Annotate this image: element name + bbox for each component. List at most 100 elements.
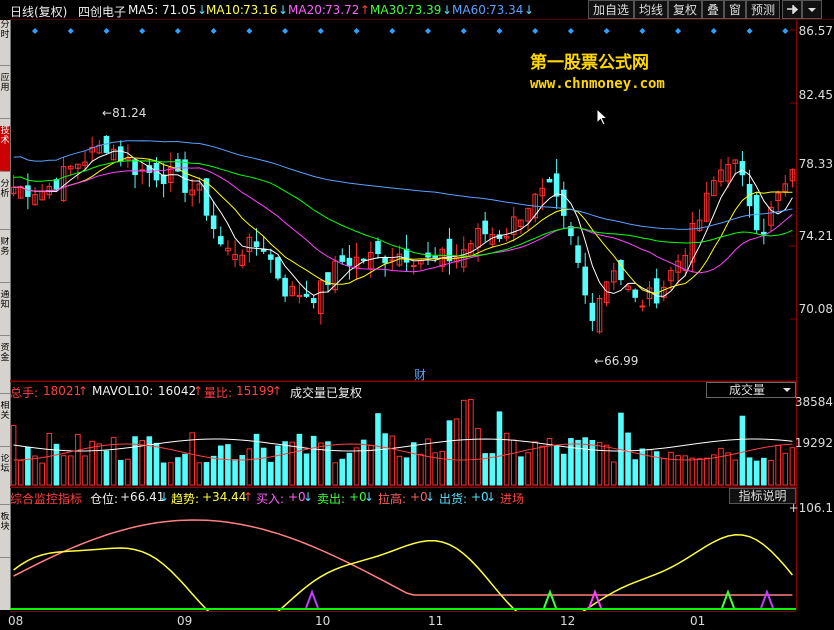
indicator-help-button[interactable]: 指标说明 (729, 488, 796, 504)
ma5-label: MA5: (128, 3, 159, 17)
side-tab[interactable]: 财 务 (0, 237, 10, 283)
trend-line (13, 534, 793, 611)
volume-bar (510, 439, 517, 486)
ma10-label: MA10: (206, 3, 244, 17)
indicator-tick: +106.1 (788, 501, 833, 515)
volume-bar (725, 452, 731, 486)
mavol-label: MAVOL10: (92, 384, 154, 398)
side-tab[interactable]: 技 术 (0, 126, 10, 172)
low-price-value: 66.99 (604, 354, 639, 368)
volume-indicator-dropdown[interactable]: 成交量 (706, 382, 796, 398)
candle-body (482, 220, 488, 235)
volume-bar (210, 455, 217, 486)
price-tick: 74.21 (798, 229, 833, 243)
volume-bar (696, 458, 703, 486)
moving-average-button[interactable]: 均线 (634, 0, 668, 19)
side-tab[interactable]: 资 金 (0, 343, 10, 394)
candle-body (310, 298, 317, 304)
side-tab[interactable]: 板 块 (0, 512, 10, 558)
candle-body (575, 245, 581, 263)
volume-bar (103, 450, 110, 486)
volume-bar (332, 462, 338, 486)
volume-adjusted-note: 成交量已复权 (290, 386, 363, 400)
side-tab[interactable]: 应 用 (0, 73, 10, 119)
volume-bar (360, 439, 367, 486)
candle-body (653, 278, 660, 304)
volume-bar (10, 425, 17, 486)
pin-button[interactable] (782, 0, 802, 19)
pull-up-label: 拉高: (378, 492, 407, 506)
moving-average-line (13, 150, 793, 297)
volume-ratio-label: 量比: (204, 386, 233, 400)
volume-bar (668, 451, 674, 486)
adjust-button[interactable]: 复权 (668, 0, 702, 19)
side-tab[interactable]: 通 知 (0, 290, 10, 336)
volume-bar (418, 453, 424, 486)
indicator-name[interactable]: 综合监控指标 (10, 490, 82, 507)
position-label: 仓位: (90, 492, 119, 506)
volume-bar (589, 439, 596, 486)
side-tab[interactable]: 论 坛 (0, 454, 10, 505)
event-diamond-marker (675, 28, 682, 34)
ma20-value: 73.72 (325, 3, 360, 17)
volume-bar (689, 457, 696, 486)
moving-average-line (13, 160, 793, 257)
entry-label: 进场 (500, 492, 525, 506)
volume-bar (139, 440, 145, 486)
forecast-button[interactable]: 预测 (746, 0, 780, 19)
ship-label: 出货: (439, 492, 468, 506)
event-diamond-marker (139, 28, 146, 34)
volume-bar (167, 462, 174, 486)
high-price-value: 81.24 (112, 106, 147, 120)
low-price-marker: ←66.99 (594, 354, 639, 368)
volume-bar (303, 453, 310, 486)
candle-body (560, 189, 567, 216)
volume-bar (339, 458, 346, 486)
menu-dropdown-button[interactable] (802, 0, 822, 19)
volume-bar (732, 459, 739, 486)
ma5-value: 71.05 (162, 3, 197, 17)
event-diamond-marker (532, 28, 539, 34)
volume-bar (768, 459, 774, 486)
candle-body (739, 161, 746, 176)
volume-bar (203, 462, 210, 486)
side-tab[interactable]: 分 析 (0, 179, 10, 230)
event-diamond-marker (67, 28, 74, 34)
add-watchlist-button[interactable]: 加自选 (588, 0, 634, 19)
candle-body (275, 257, 281, 279)
volume-bar (296, 433, 303, 486)
volume-bar (232, 459, 238, 486)
event-diamond-marker (174, 28, 181, 34)
price-tick: 78.33 (798, 157, 833, 171)
side-tab[interactable]: 分 时 (0, 20, 10, 66)
window-button[interactable]: 窗 (724, 0, 746, 19)
volume-bar (389, 435, 396, 486)
volume-bar (160, 462, 167, 486)
ma10-arrow: ↓ (278, 3, 289, 17)
volume-indicator-selected: 成交量 (729, 383, 766, 397)
candle-body (268, 254, 274, 260)
period-label[interactable]: 日线(复权) (10, 3, 67, 20)
volume-bar (446, 420, 453, 486)
candle-body (375, 241, 381, 255)
volume-bar (60, 455, 67, 486)
ma20-label: MA20: (288, 3, 326, 17)
candle-body (753, 195, 760, 231)
trend-value: +34.44 (202, 490, 247, 504)
volume-bar (225, 444, 231, 486)
candle-body (282, 277, 288, 297)
volume-bar (553, 445, 560, 486)
overlay-button[interactable]: 叠 (702, 0, 724, 19)
buy-arrow: ↓ (303, 490, 314, 504)
volume-bar (468, 399, 474, 486)
chart-title-bar: 日线(复权) 四创电子 MA5: 71.05 ↓ MA10: 73.16 ↓ M… (10, 0, 834, 20)
side-tab[interactable]: 相 关 (0, 401, 10, 447)
volume-bar (25, 446, 31, 486)
volume-bar (82, 455, 88, 486)
event-diamond-marker (317, 28, 324, 34)
volume-bar (282, 441, 288, 486)
date-tick: 11 (428, 614, 444, 628)
volume-bar (117, 459, 124, 486)
volume-bar (75, 433, 81, 486)
moving-average-line (13, 156, 793, 294)
